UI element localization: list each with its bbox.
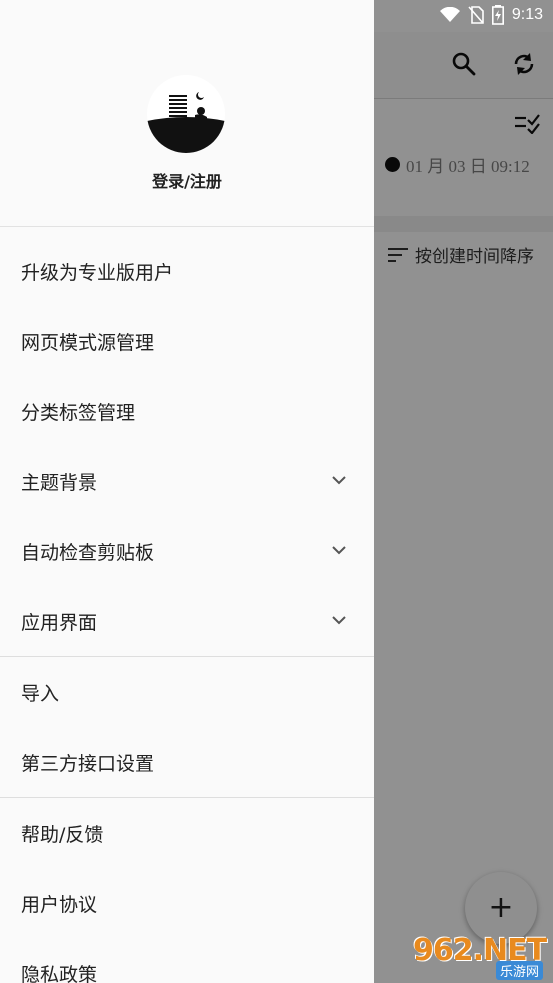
menu-item-label: 用户协议 (21, 894, 98, 916)
menu-item-clipboard[interactable]: 自动检查剪贴板 (0, 516, 374, 586)
status-time: 9:13 (511, 6, 543, 23)
menu-item-import[interactable]: 导入 (0, 657, 374, 727)
menu-item-label: 自动检查剪贴板 (21, 542, 155, 564)
menu-item-theme[interactable]: 主题背景 (0, 446, 374, 516)
drawer-header: 登录/注册 (0, 0, 374, 227)
menu-item-label: 第三方接口设置 (21, 753, 155, 775)
menu-item-tags[interactable]: 分类标签管理 (0, 376, 374, 446)
menu-item-privacy-policy[interactable]: 隐私政策 (0, 938, 374, 983)
drawer-menu: 升级为专业版用户 网页模式源管理 分类标签管理 主题背景 自动检查剪贴板 应用界… (0, 236, 374, 983)
wifi-icon (439, 7, 460, 22)
menu-item-label: 隐私政策 (21, 964, 98, 983)
menu-item-label: 导入 (21, 683, 60, 705)
menu-item-app-interface[interactable]: 应用界面 (0, 586, 374, 656)
menu-item-label: 主题背景 (21, 472, 98, 494)
menu-item-label: 分类标签管理 (21, 402, 136, 424)
menu-item-label: 应用界面 (21, 612, 98, 634)
chevron-down-icon (332, 476, 346, 485)
menu-item-upgrade-pro[interactable]: 升级为专业版用户 (0, 236, 374, 306)
menu-item-label: 帮助/反馈 (21, 824, 104, 846)
no-sim-icon (468, 6, 484, 24)
watermark-logo: 962.NET 乐游网 (413, 933, 547, 980)
menu-item-label: 升级为专业版用户 (21, 262, 174, 284)
avatar[interactable] (147, 75, 225, 153)
menu-item-user-agreement[interactable]: 用户协议 (0, 868, 374, 938)
chevron-down-icon (332, 616, 346, 625)
watermark-sub: 乐游网 (495, 961, 543, 980)
navigation-drawer: 登录/注册 升级为专业版用户 网页模式源管理 分类标签管理 主题背景 自动检查剪… (0, 0, 374, 983)
login-register-link[interactable]: 登录/注册 (0, 168, 374, 192)
battery-icon (491, 5, 504, 25)
menu-item-label: 网页模式源管理 (21, 332, 155, 354)
moon-reader-logo-icon (147, 92, 225, 153)
chevron-down-icon (332, 546, 346, 555)
menu-item-help-feedback[interactable]: 帮助/反馈 (0, 798, 374, 868)
menu-item-third-party-api[interactable]: 第三方接口设置 (0, 727, 374, 797)
menu-item-web-source[interactable]: 网页模式源管理 (0, 306, 374, 376)
